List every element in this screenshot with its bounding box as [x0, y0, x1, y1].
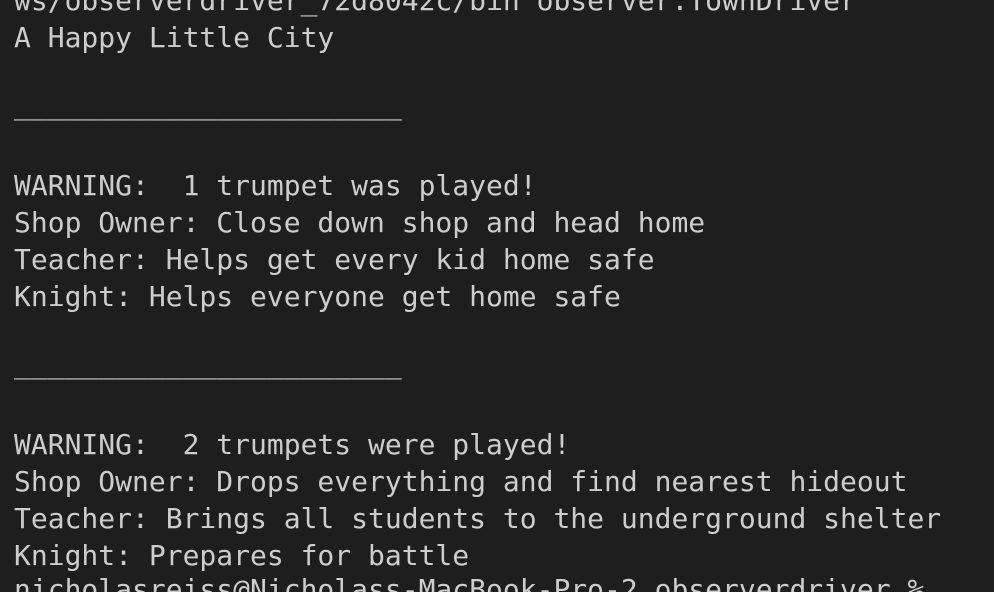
terminal-line-teacher: Teacher: Helps get every kid home safe: [14, 243, 655, 276]
terminal-line-prompt[interactable]: nicholasreiss@Nicholass-MacBook-Pro-2 ob…: [14, 571, 924, 592]
terminal-line-teacher: Teacher: Brings all students to the unde…: [14, 502, 942, 535]
terminal-line-command: ws/observerdriver_72d8042c/bin observer.…: [14, 0, 857, 17]
terminal-line-separator: _______________________: [14, 88, 402, 121]
terminal-line-warning: WARNING: 2 trumpets were played!: [14, 428, 571, 461]
terminal-line-shop-owner: Shop Owner: Drops everything and find ne…: [14, 465, 908, 498]
terminal-line-title: A Happy Little City: [14, 21, 335, 54]
terminal-line-warning: WARNING: 1 trumpet was played!: [14, 169, 537, 202]
terminal-line-separator: _______________________: [14, 347, 402, 380]
terminal-line-shop-owner: Shop Owner: Close down shop and head hom…: [14, 206, 706, 239]
terminal-line-knight: Knight: Prepares for battle: [14, 539, 470, 572]
terminal-output[interactable]: ws/observerdriver_72d8042c/bin observer.…: [0, 0, 994, 592]
terminal-line-knight: Knight: Helps everyone get home safe: [14, 280, 621, 313]
